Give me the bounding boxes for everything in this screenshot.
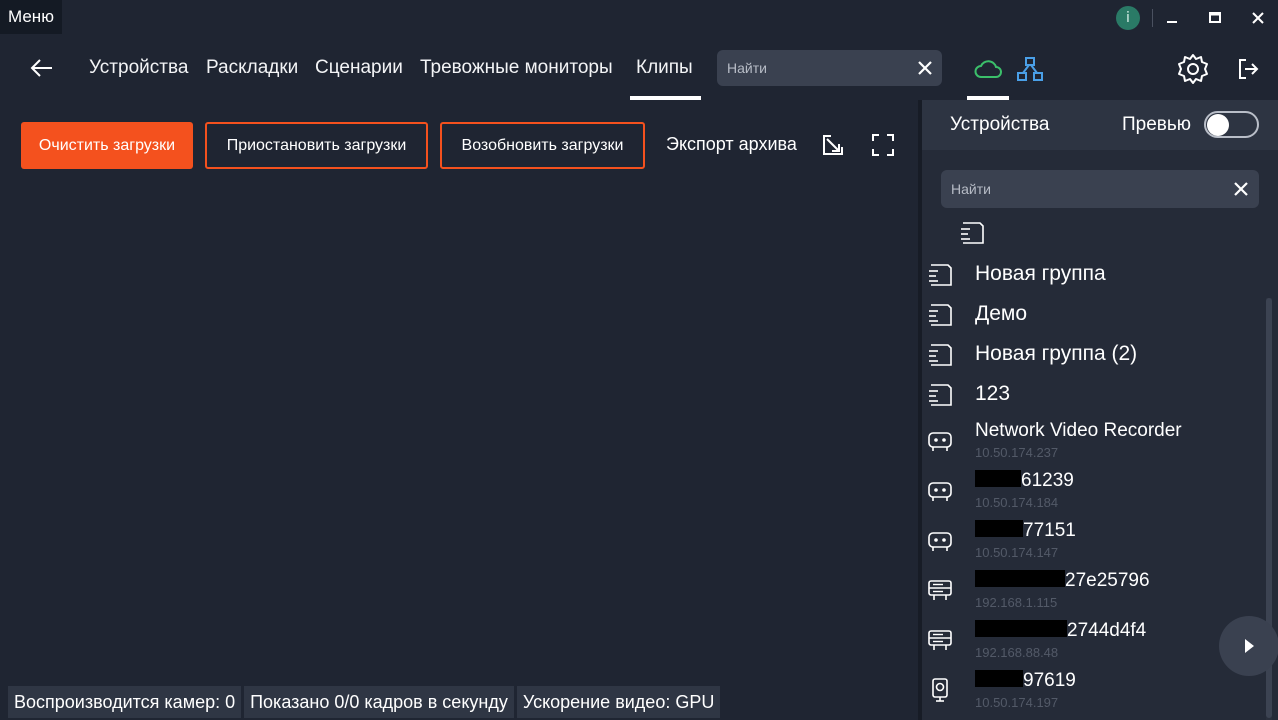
root-group-item[interactable] [922,218,1262,248]
device-item[interactable]: 97619 10.50.174.197 [922,668,1262,714]
menu-button[interactable]: Меню [0,0,62,34]
titlebar-separator [1152,9,1153,27]
device-name-wrapper: 2744d4f4 [975,620,1146,642]
device-ip: 10.50.174.184 [975,495,1059,510]
device-name: Network Video Recorder [975,420,1182,441]
device-name: 77151 [1023,520,1076,541]
device-ip: 10.50.174.147 [975,545,1059,560]
device-name: 27e25796 [1065,570,1150,591]
info-icon: i [1116,6,1140,30]
top-search-input[interactable]: Найти [717,50,942,86]
status-cameras-playing: Воспроизводится камер: 0 [8,686,242,718]
group-item[interactable]: Демо [922,300,1262,330]
back-arrow-icon[interactable] [28,56,56,80]
devices-search-placeholder: Найти [951,181,991,197]
top-navigation: Устройства Раскладки Сценарии Тревожные … [0,36,1278,100]
close-window-button[interactable] [1246,6,1270,30]
redacted-block [975,620,1067,637]
device-ip: 192.168.88.48 [975,645,1059,660]
camera-icon [932,678,948,702]
minimize-icon [1167,21,1177,23]
server-icon [928,580,952,600]
tab-layouts[interactable]: Раскладки [206,57,298,79]
group-name: 123 [975,382,1011,405]
server-icon [928,630,952,650]
clear-downloads-button[interactable]: Очистить загрузки [21,122,193,169]
device-item[interactable]: 2744d4f4 192.168.88.48 [922,618,1262,664]
group-icon [929,384,952,406]
preview-label: Превью [1122,114,1192,135]
tab-devices[interactable]: Устройства [89,57,188,79]
search-placeholder: Найти [727,60,767,76]
info-button[interactable]: i [1116,6,1140,30]
device-name-wrapper: 61239 [975,470,1074,492]
gear-icon[interactable] [1177,53,1209,85]
nvr-icon [928,532,952,551]
preview-toggle[interactable] [1204,111,1259,138]
logout-icon[interactable] [1236,57,1260,81]
redacted-block [975,520,1023,537]
device-ip: 10.50.174.197 [975,695,1059,710]
nvr-icon [928,432,952,451]
tab-scenarios[interactable]: Сценарии [315,57,403,79]
sidebar-header: Устройства Превью [922,100,1278,150]
expand-panel-button[interactable] [1219,616,1278,676]
export-icon[interactable] [821,133,845,157]
redacted-block [975,670,1023,687]
minimize-button[interactable] [1160,6,1184,30]
devices-search-input[interactable]: Найти [941,170,1259,208]
status-video-acceleration: Ускорение видео: GPU [516,686,721,718]
status-bar: Воспроизводится камер: 0 Показано 0/0 ка… [8,686,721,718]
title-bar: Меню i [0,0,1278,36]
redacted-block [975,470,1021,487]
nvr-icon [928,482,952,501]
redacted-block [975,570,1065,587]
device-ip: 10.50.174.237 [975,445,1059,460]
status-fps: Показано 0/0 кадров в секунду [244,686,514,718]
export-archive-label: Экспорт архива [666,134,797,154]
maximize-button[interactable] [1203,6,1227,30]
group-item[interactable]: 123 [922,380,1262,410]
play-arrow-icon [1245,639,1254,653]
device-name-wrapper: 27e25796 [975,570,1150,592]
topology-icon[interactable] [1016,56,1044,82]
export-archive-button[interactable]: Экспорт архива [666,134,797,155]
device-name: 61239 [1021,470,1074,491]
cloud-icon[interactable] [973,58,1003,80]
group-name: Новая группа (2) [975,342,1138,365]
clips-main-area: Очистить загрузки Приостановить загрузки… [0,100,918,720]
tab-clips[interactable]: Клипы [636,57,693,79]
pause-downloads-button[interactable]: Приостановить загрузки [205,122,428,169]
toggle-knob [1207,114,1229,136]
fullscreen-icon[interactable] [871,133,895,157]
device-name: 2744d4f4 [1067,620,1147,641]
group-icon [929,264,952,286]
device-name-wrapper: 77151 [975,520,1076,542]
device-item[interactable]: 27e25796 192.168.1.115 [922,568,1262,614]
group-item[interactable]: Новая группа [922,260,1262,290]
sidebar-title: Устройства [950,114,1050,135]
group-item[interactable]: Новая группа (2) [922,340,1262,370]
device-item[interactable]: 61239 10.50.174.184 [922,468,1262,514]
close-icon [1252,12,1264,24]
group-name: Новая группа [975,262,1106,285]
group-name: Демо [975,302,1028,325]
device-item[interactable]: 77151 10.50.174.147 [922,518,1262,564]
resume-downloads-button[interactable]: Возобновить загрузки [440,122,645,169]
group-icon [929,344,952,366]
device-ip: 192.168.1.115 [975,595,1058,610]
clear-search-icon[interactable] [917,60,933,76]
tab-alarm-monitors[interactable]: Тревожные мониторы [420,57,613,79]
group-icon [961,222,984,244]
device-name-wrapper: 97619 [975,670,1076,692]
device-item[interactable]: Network Video Recorder 10.50.174.237 [922,418,1262,464]
maximize-icon [1209,12,1221,23]
clear-devices-search-icon[interactable] [1233,181,1249,197]
device-name: 97619 [1023,670,1076,691]
group-icon [929,304,952,326]
